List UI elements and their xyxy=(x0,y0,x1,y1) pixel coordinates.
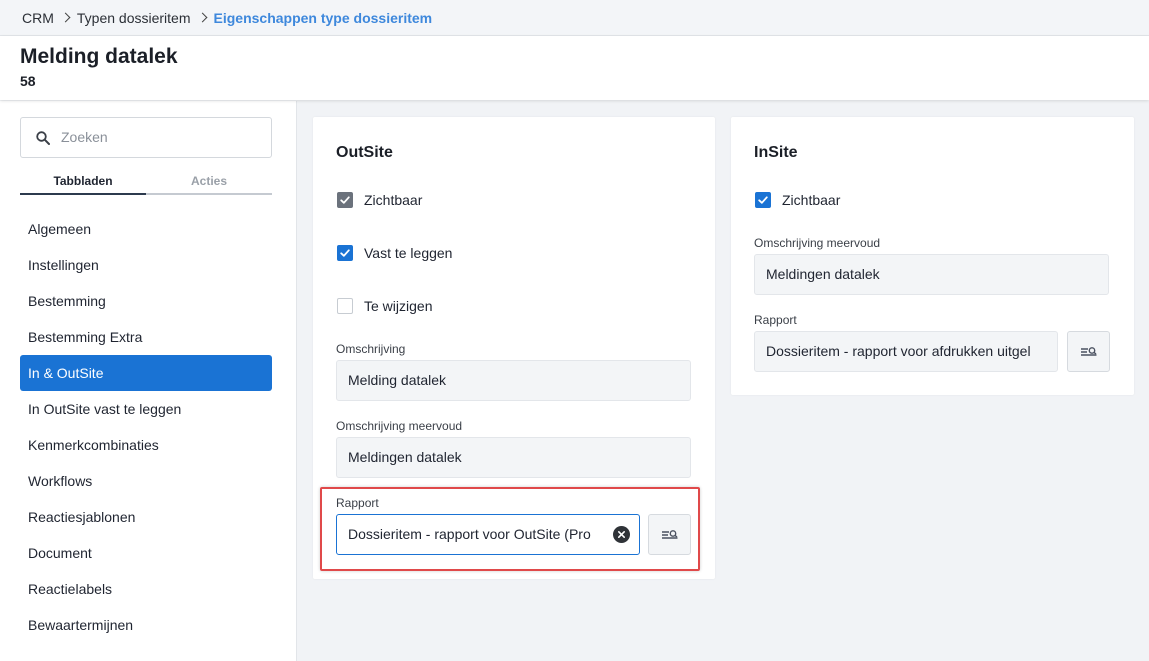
sidebar-item-reactielabels[interactable]: Reactielabels xyxy=(20,571,272,607)
outsite-zichtbaar-checkbox[interactable]: Zichtbaar xyxy=(337,192,422,208)
sidebar-item-bestemming-extra[interactable]: Bestemming Extra xyxy=(20,319,272,355)
chevron-right-icon xyxy=(60,12,71,23)
outsite-meervoud-field[interactable]: Meldingen datalek xyxy=(336,437,691,478)
page-subtitle: 58 xyxy=(20,73,36,89)
outsite-omschrijving-label: Omschrijving xyxy=(336,342,406,356)
breadcrumb-current: Eigenschappen type dossieritem xyxy=(213,9,433,26)
sidebar: Tabbladen Acties Algemeen Instellingen B… xyxy=(0,101,297,661)
insite-meervoud-label: Omschrijving meervoud xyxy=(754,236,881,250)
sidebar-item-document[interactable]: Document xyxy=(20,535,272,571)
sidebar-item-kenmerkcombinaties[interactable]: Kenmerkcombinaties xyxy=(20,427,272,463)
insite-rapport-label: Rapport xyxy=(754,313,797,327)
outsite-omschrijving-field[interactable]: Melding datalek xyxy=(336,360,691,401)
sidebar-item-instellingen[interactable]: Instellingen xyxy=(20,247,272,283)
tab-acties[interactable]: Acties xyxy=(146,171,272,195)
outsite-te-wijzigen-checkbox[interactable]: Te wijzigen xyxy=(337,298,432,314)
insite-rapport-lookup-button[interactable] xyxy=(1067,331,1110,372)
sidebar-item-reactiesjablonen[interactable]: Reactiesjablonen xyxy=(20,499,272,535)
insite-zichtbaar-label: Zichtbaar xyxy=(782,192,841,208)
sidebar-item-in-outsite[interactable]: In & OutSite xyxy=(20,355,272,391)
insite-zichtbaar-checkbox[interactable]: Zichtbaar xyxy=(755,192,840,208)
sidebar-nav: Algemeen Instellingen Bestemming Bestemm… xyxy=(20,211,272,643)
sidebar-tabs: Tabbladen Acties xyxy=(20,171,272,195)
outsite-te-wijzigen-label: Te wijzigen xyxy=(364,298,433,314)
checkbox-checked-icon[interactable] xyxy=(337,192,353,208)
outsite-vast-te-leggen-label: Vast te leggen xyxy=(364,245,453,261)
outsite-meervoud-label: Omschrijving meervoud xyxy=(336,419,463,433)
search-box[interactable] xyxy=(20,117,272,158)
sidebar-item-bestemming[interactable]: Bestemming xyxy=(20,283,272,319)
breadcrumb-crm[interactable]: CRM xyxy=(22,10,54,26)
insite-card: InSite Zichtbaar Omschrijving meervoud M… xyxy=(731,117,1134,395)
search-icon xyxy=(36,131,50,145)
sidebar-item-in-outsite-vast-te-leggen[interactable]: In OutSite vast te leggen xyxy=(20,391,272,427)
insite-title: InSite xyxy=(754,144,798,161)
page-header: Melding datalek 58 xyxy=(0,36,1149,100)
highlight-box xyxy=(320,487,700,571)
insite-rapport-field[interactable]: Dossieritem - rapport voor afdrukken uit… xyxy=(754,331,1058,372)
outsite-zichtbaar-label: Zichtbaar xyxy=(364,192,423,208)
breadcrumb-typen-dossieritem[interactable]: Typen dossieritem xyxy=(77,10,191,26)
insite-meervoud-field[interactable]: Meldingen datalek xyxy=(754,254,1109,295)
sidebar-item-algemeen[interactable]: Algemeen xyxy=(20,211,272,247)
checkbox-unchecked-icon[interactable] xyxy=(337,298,353,314)
page-title: Melding datalek xyxy=(20,45,178,68)
outsite-title: OutSite xyxy=(336,144,393,161)
chevron-right-icon xyxy=(197,12,207,23)
checkbox-checked-icon[interactable] xyxy=(337,245,353,261)
outsite-vast-te-leggen-checkbox[interactable]: Vast te leggen xyxy=(337,245,452,261)
sidebar-item-bewaartermijnen[interactable]: Bewaartermijnen xyxy=(20,607,272,643)
breadcrumb: CRM Typen dossieritem Eigenschappen type… xyxy=(0,0,1149,36)
list-search-icon xyxy=(1080,346,1096,356)
checkbox-checked-icon[interactable] xyxy=(755,192,771,208)
search-input[interactable] xyxy=(61,129,261,145)
sidebar-item-workflows[interactable]: Workflows xyxy=(20,463,272,499)
tab-tabbladen[interactable]: Tabbladen xyxy=(20,171,146,195)
